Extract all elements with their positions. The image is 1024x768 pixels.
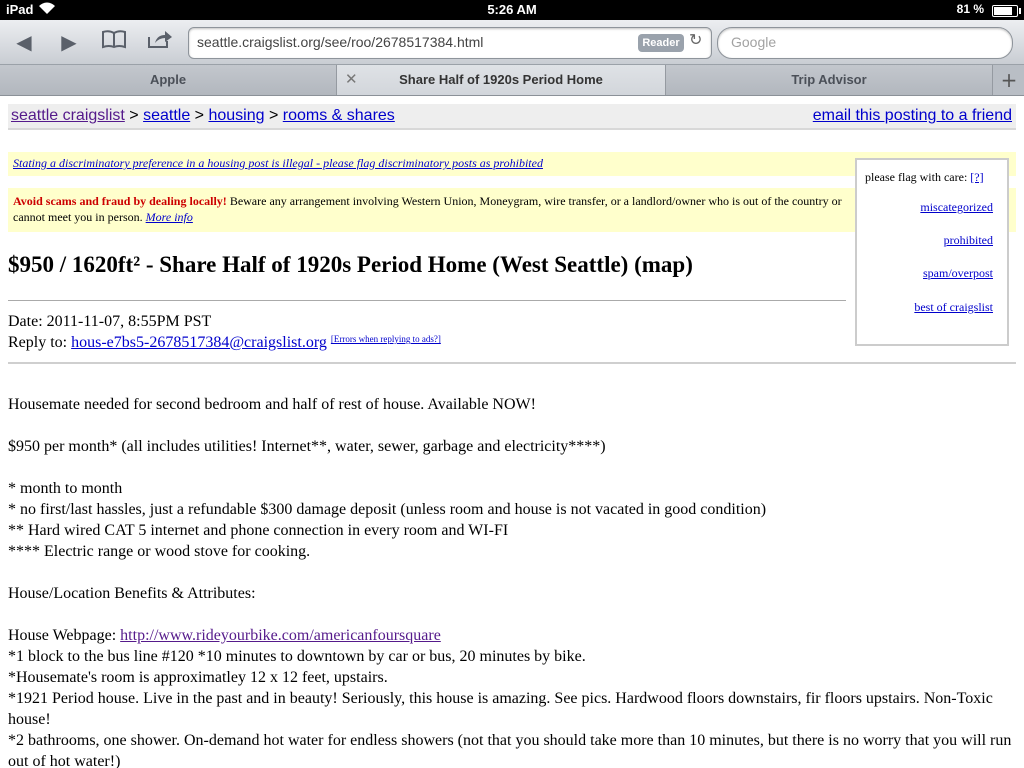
posting-date: Date: 2011-11-07, 8:55PM PST xyxy=(8,313,212,330)
reload-icon[interactable]: ↻ xyxy=(689,30,702,49)
tab-label: Share Half of 1920s Period Home xyxy=(399,72,603,87)
more-info-link[interactable]: More info xyxy=(146,210,193,224)
body-line-webpage: House Webpage: http://www.rideyourbike.c… xyxy=(8,625,1013,646)
body-line: *1 block to the bus line #120 *10 minute… xyxy=(8,648,586,665)
address-bar[interactable]: seattle.craigslist.org/see/roo/267851738… xyxy=(188,27,712,59)
flag-title: please flag with care: xyxy=(865,170,968,184)
battery-percent: 81 % xyxy=(956,2,984,16)
reply-line: Reply to: hous-e7bs5-2678517384@craigsli… xyxy=(8,334,441,352)
posting-body: Housemate needed for second bedroom and … xyxy=(8,394,1013,768)
breadcrumb: seattle craigslist > seattle > housing >… xyxy=(8,104,1016,130)
tab-label: Apple xyxy=(149,72,187,87)
body-line: **** Electric range or wood stove for co… xyxy=(8,543,311,560)
bookmarks-book-icon[interactable] xyxy=(100,28,128,56)
posting-title: $950 / 1620ft² - Share Half of 1920s Per… xyxy=(8,252,693,277)
webpage-label: House Webpage: xyxy=(8,627,121,644)
body-line: House/Location Benefits & Attributes: xyxy=(8,585,256,602)
flag-box: please flag with care: [?] miscategorize… xyxy=(855,158,1009,346)
flag-prohibited[interactable]: prohibited xyxy=(944,233,993,248)
crumb-seattle[interactable]: seattle xyxy=(143,107,190,124)
forward-arrow-icon[interactable]: ▶ xyxy=(55,28,83,56)
clock: 5:26 AM xyxy=(487,2,537,17)
battery-icon xyxy=(992,5,1021,17)
body-line: Housemate needed for second bedroom and … xyxy=(8,396,536,413)
reply-email-link[interactable]: hous-e7bs5-2678517384@craigslist.org xyxy=(71,334,327,351)
back-arrow-icon[interactable]: ◀ xyxy=(10,28,38,56)
reply-label: Reply to: xyxy=(8,334,68,351)
house-webpage-link[interactable]: http://www.rideyourbike.com/americanfour… xyxy=(120,627,441,644)
close-icon[interactable]: ✕ xyxy=(345,65,358,95)
new-tab-plus-icon[interactable]: + xyxy=(994,65,1024,95)
flag-miscategorized[interactable]: miscategorized xyxy=(920,200,993,215)
body-line: * no first/last hassles, just a refundab… xyxy=(8,501,767,518)
body-line: *2 bathrooms, one shower. On-demand hot … xyxy=(8,732,1012,768)
status-bar: iPad 5:26 AM 81 % xyxy=(0,0,1024,20)
tab-bar: Apple ✕ Share Half of 1920s Period Home … xyxy=(0,65,1024,96)
discrimination-notice-link[interactable]: Stating a discriminatory preference in a… xyxy=(13,156,543,171)
body-line: *1921 Period house. Live in the past and… xyxy=(8,690,993,728)
search-field[interactable]: Google xyxy=(717,27,1013,59)
body-line: $950 per month* (all includes utilities!… xyxy=(8,438,606,455)
web-page: seattle craigslist > seattle > housing >… xyxy=(0,96,1024,768)
crumb-separator: > xyxy=(129,107,139,124)
share-icon[interactable] xyxy=(146,28,174,56)
divider xyxy=(8,300,846,301)
flag-best-of-craigslist[interactable]: best of craigslist xyxy=(914,300,993,315)
url-text[interactable]: seattle.craigslist.org/see/roo/267851738… xyxy=(197,34,483,50)
email-to-friend-link[interactable]: email this posting to a friend xyxy=(813,107,1012,125)
divider xyxy=(8,362,1016,364)
tab-active[interactable]: ✕ Share Half of 1920s Period Home xyxy=(337,65,666,95)
tab-trip-advisor[interactable]: Trip Advisor xyxy=(666,65,993,95)
tab-label: Trip Advisor xyxy=(791,72,867,87)
scam-warning-bold: Avoid scams and fraud by dealing locally… xyxy=(13,194,227,208)
reader-button[interactable]: Reader xyxy=(638,34,684,52)
crumb-housing[interactable]: housing xyxy=(208,107,264,124)
flag-help-link[interactable]: [?] xyxy=(970,170,983,184)
errors-replying-link[interactable]: [Errors when replying to ads?] xyxy=(331,334,441,344)
browser-toolbar: ◀ ▶ seattle.craigslist.org/see/roo/26785… xyxy=(0,20,1024,65)
crumb-separator: > xyxy=(194,107,205,124)
crumb-separator: > xyxy=(268,107,279,124)
flag-spam-overpost[interactable]: spam/overpost xyxy=(923,266,993,281)
crumb-rooms-shares[interactable]: rooms & shares xyxy=(283,107,395,124)
search-placeholder: Google xyxy=(731,34,777,50)
body-line: *Housemate's room is approximatley 12 x … xyxy=(8,669,388,686)
body-line: ** Hard wired CAT 5 internet and phone c… xyxy=(8,522,509,539)
crumb-seattle-craigslist[interactable]: seattle craigslist xyxy=(11,107,125,124)
battery-level xyxy=(994,7,1012,15)
body-line: * month to month xyxy=(8,480,123,497)
tab-apple[interactable]: Apple xyxy=(0,65,337,95)
